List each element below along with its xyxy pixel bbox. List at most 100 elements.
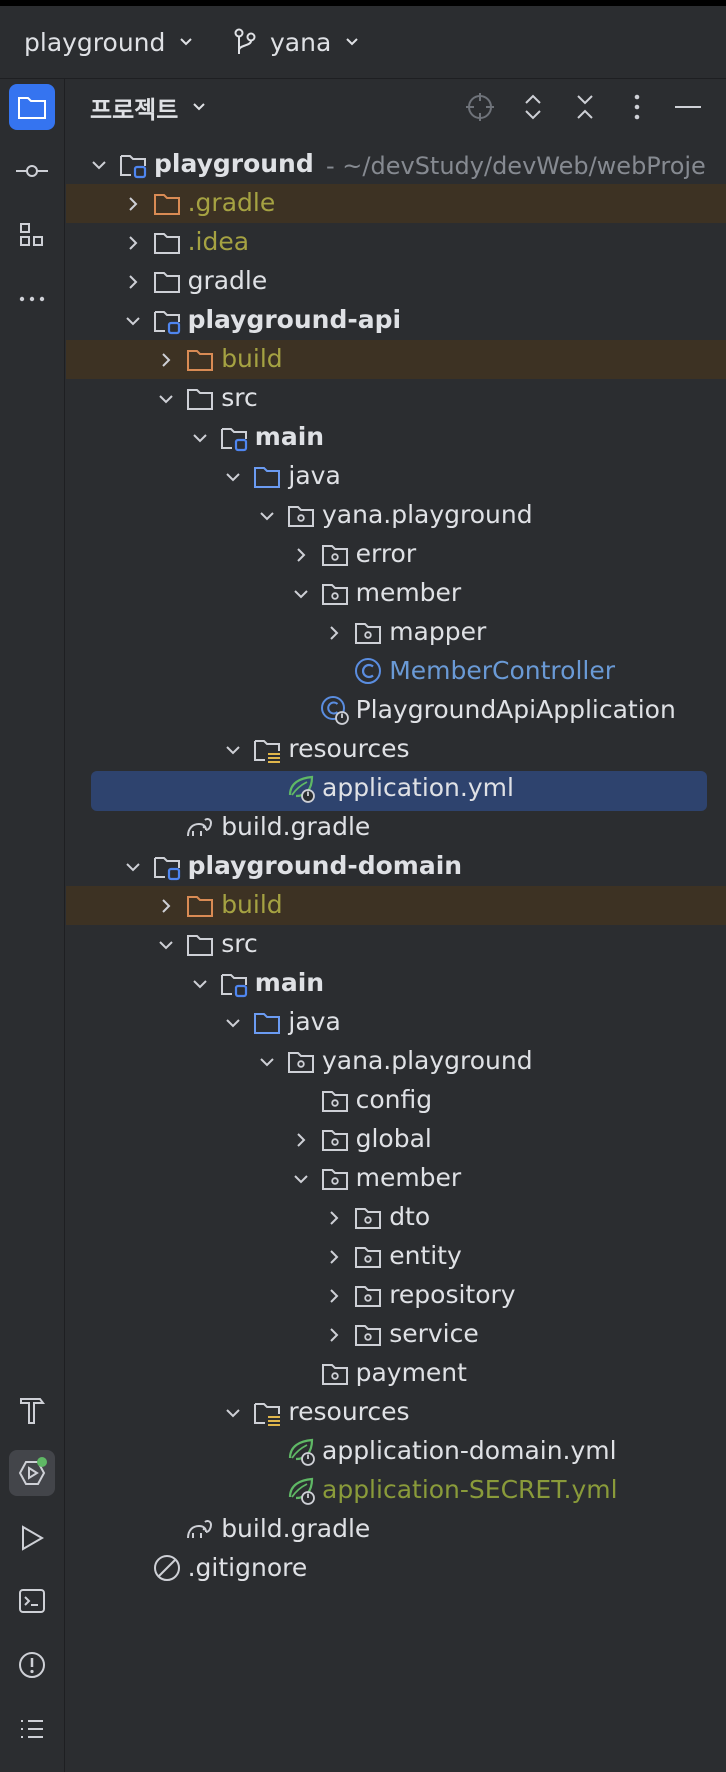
chevron-down-icon[interactable] xyxy=(191,429,209,447)
panel-title: 프로젝트 xyxy=(90,95,179,124)
chevron-right-icon[interactable] xyxy=(325,1248,343,1266)
tree-row[interactable]: yana.playground xyxy=(66,1042,726,1081)
chevron-down-icon[interactable] xyxy=(157,936,175,954)
tree-row[interactable]: main xyxy=(66,418,726,457)
chevron-right-icon[interactable] xyxy=(124,195,142,213)
tree-row[interactable]: resources xyxy=(66,730,726,769)
options-button[interactable] xyxy=(621,91,653,123)
tree-row[interactable]: build xyxy=(66,886,726,925)
resources-folder-icon xyxy=(254,740,281,763)
run-tool-button[interactable] xyxy=(9,1515,55,1561)
tree-row[interactable]: global xyxy=(66,1120,726,1159)
chevron-right-icon[interactable] xyxy=(325,1209,343,1227)
folder-icon xyxy=(153,272,180,293)
chevron-right-icon[interactable] xyxy=(157,351,175,369)
expand-all-button[interactable] xyxy=(517,91,549,123)
tree-row[interactable]: src xyxy=(66,379,726,418)
tree-row[interactable]: java xyxy=(66,1003,726,1042)
project-selector[interactable]: playground xyxy=(24,28,193,57)
services-tool-button[interactable] xyxy=(9,1450,55,1496)
tree-row[interactable]: member xyxy=(66,574,726,613)
tree-row[interactable]: dto xyxy=(66,1198,726,1237)
build-tool-button[interactable] xyxy=(9,1387,55,1433)
chevron-down-icon[interactable] xyxy=(224,741,242,759)
package-icon xyxy=(321,584,348,605)
tree-row-selected[interactable]: application.yml xyxy=(66,769,726,811)
project-tree[interactable]: playground - ~/devStudy/devWeb/webProje.… xyxy=(66,145,726,1772)
chevron-down-icon[interactable] xyxy=(292,1170,310,1188)
tree-row[interactable]: build.gradle xyxy=(66,808,726,847)
chevron-right-icon[interactable] xyxy=(157,897,175,915)
chevron-right-icon[interactable] xyxy=(124,234,142,252)
commit-tool-button[interactable] xyxy=(9,148,55,194)
terminal-tool-button[interactable] xyxy=(9,1578,55,1624)
chevron-down-icon[interactable] xyxy=(124,858,142,876)
tree-row[interactable]: error xyxy=(66,535,726,574)
tree-row[interactable]: application-domain.yml xyxy=(66,1432,726,1471)
project-tool-button[interactable] xyxy=(9,84,55,130)
tree-row[interactable]: build xyxy=(66,340,726,379)
expand-all-icon xyxy=(525,94,541,120)
chevron-right-icon[interactable] xyxy=(325,1326,343,1344)
tree-row[interactable]: payment xyxy=(66,1354,726,1393)
panel-title-dropdown[interactable]: 프로젝트 xyxy=(90,90,206,125)
tree-row[interactable]: build.gradle xyxy=(66,1510,726,1549)
tree-row[interactable]: gradle xyxy=(66,262,726,301)
more-tool-button[interactable] xyxy=(9,276,55,322)
tree-row[interactable]: java xyxy=(66,457,726,496)
tree-row[interactable]: .idea xyxy=(66,223,726,262)
structure-tool-button[interactable] xyxy=(9,212,55,258)
package-icon xyxy=(288,1052,314,1073)
tree-row[interactable]: config xyxy=(66,1081,726,1120)
tree-row[interactable]: service xyxy=(66,1315,726,1354)
chevron-down-icon xyxy=(193,103,206,111)
source-folder-icon xyxy=(254,467,281,488)
chevron-down-icon[interactable] xyxy=(224,468,242,486)
tree-row[interactable]: .gradle xyxy=(66,184,726,223)
tree-item-label: mapper xyxy=(389,617,487,646)
chevron-down-icon[interactable] xyxy=(258,1053,276,1071)
hide-panel-button[interactable] xyxy=(672,91,704,123)
chevron-down-icon[interactable] xyxy=(124,312,142,330)
gradle-icon xyxy=(187,818,213,837)
tree-row[interactable]: resources xyxy=(66,1393,726,1432)
chevron-right-icon[interactable] xyxy=(292,1131,310,1149)
chevron-down-icon[interactable] xyxy=(258,507,276,525)
chevron-down-icon[interactable] xyxy=(157,390,175,408)
problems-tool-button[interactable] xyxy=(9,1642,55,1688)
chevron-right-icon[interactable] xyxy=(325,624,343,642)
chevron-down-icon[interactable] xyxy=(292,585,310,603)
tree-item-label: playground-api xyxy=(187,305,402,334)
package-icon xyxy=(321,1091,348,1112)
tree-row[interactable]: main xyxy=(66,964,726,1003)
tree-row[interactable]: playground - ~/devStudy/devWeb/webProje xyxy=(66,145,726,184)
chevron-down-icon[interactable] xyxy=(191,975,209,993)
chevron-down-icon[interactable] xyxy=(90,156,108,174)
collapse-all-button[interactable] xyxy=(569,91,601,123)
project-name: playground xyxy=(24,27,166,57)
tree-row[interactable]: yana.playground xyxy=(66,496,726,535)
tree-row[interactable]: mapper xyxy=(66,613,726,652)
chevron-right-icon[interactable] xyxy=(292,546,310,564)
module-folder-icon xyxy=(220,428,247,452)
package-icon xyxy=(288,506,314,527)
tree-row[interactable]: playground-api xyxy=(66,301,726,340)
tree-row[interactable]: repository xyxy=(66,1276,726,1315)
tree-row[interactable]: PlaygroundApiApplication xyxy=(66,691,726,730)
chevron-down-icon[interactable] xyxy=(224,1014,242,1032)
chevron-right-icon[interactable] xyxy=(124,273,142,291)
tree-row[interactable]: playground-domain xyxy=(66,847,726,886)
tree-row[interactable]: member xyxy=(66,1159,726,1198)
branch-selector[interactable]: yana xyxy=(232,28,359,57)
tree-row[interactable]: src xyxy=(66,925,726,964)
tree-row[interactable]: entity xyxy=(66,1237,726,1276)
tree-row[interactable]: MemberController xyxy=(66,652,726,691)
todo-tool-button[interactable] xyxy=(9,1706,55,1752)
tree-row[interactable]: application-SECRET.yml xyxy=(66,1471,726,1510)
chevron-right-icon[interactable] xyxy=(325,1287,343,1305)
tree-row[interactable]: .gitignore xyxy=(66,1549,726,1588)
locate-button[interactable] xyxy=(464,91,496,123)
tree-item-label: application-SECRET.yml xyxy=(322,1475,618,1504)
chevron-down-icon[interactable] xyxy=(224,1404,242,1422)
tree-item-label: .idea xyxy=(187,227,250,256)
